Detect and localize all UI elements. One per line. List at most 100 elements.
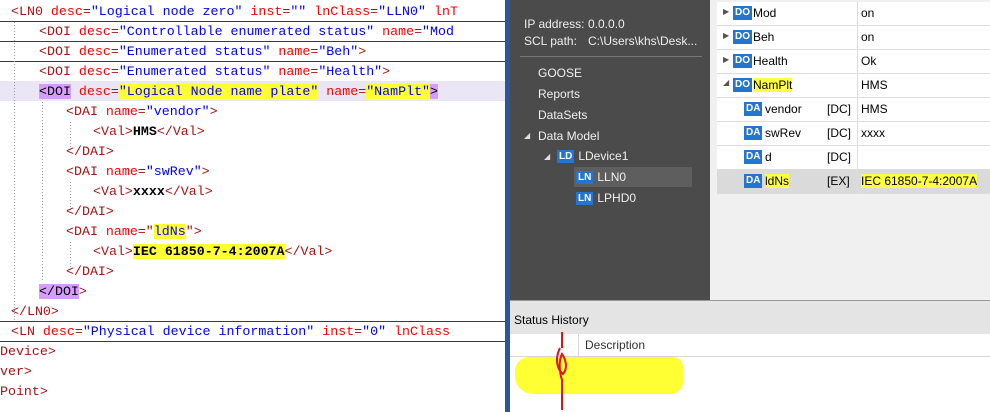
xml-line: sPoint> <box>0 382 48 402</box>
nav-item-goose[interactable]: GOOSE <box>538 66 582 80</box>
grid-value: HMS <box>861 78 888 92</box>
xml-token: "NamPlt" <box>366 84 431 99</box>
xml-token: <DAI <box>66 104 106 119</box>
status-history-title: Status History <box>514 313 589 327</box>
ln-badge-icon: LN <box>576 171 594 184</box>
indent-guide <box>42 102 43 282</box>
tree-node-lln0[interactable]: LN LLN0 <box>576 170 626 184</box>
xml-line: <DAI name="ldNs"> <box>66 222 202 242</box>
xml-token: = <box>414 24 423 39</box>
xml-line: </DAI> <box>66 262 114 282</box>
expanded-arrow-icon[interactable]: ◢ <box>723 78 729 87</box>
tree-label: LDevice1 <box>578 149 629 163</box>
xml-token: name <box>326 84 359 99</box>
tree-label: LPHD0 <box>597 191 637 205</box>
grid-name-cell: ◢ DO NamPlt <box>717 74 858 97</box>
xml-token: name <box>382 24 415 39</box>
indent-guide <box>14 22 15 322</box>
xml-token: </DOI <box>39 284 79 299</box>
xml-token: "LLN0" <box>378 4 426 19</box>
xml-token: <Val> <box>93 184 133 199</box>
do-badge-icon: DO <box>733 6 752 20</box>
grid-value: on <box>861 30 875 44</box>
xml-token: </Val> <box>156 124 205 139</box>
grid-name-cell: ▶ DO Mod <box>717 2 858 25</box>
tree-node-lphd0[interactable]: LN LPHD0 <box>576 191 636 205</box>
xml-token: = <box>354 324 363 339</box>
grid-row[interactable]: ▶ DO Health Ok <box>717 50 990 74</box>
grid-row[interactable]: ▶ DO Mod on <box>717 2 990 26</box>
xml-line: rver> <box>0 362 32 382</box>
xml-token: </Val> <box>284 244 333 259</box>
status-history-panel: Status History Description <box>510 300 990 412</box>
xml-token: "Health" <box>318 64 383 79</box>
xml-token: LDevice> <box>0 344 56 359</box>
do-badge-icon: DO <box>733 30 752 44</box>
scl-path-label: SCL path: <box>524 34 577 48</box>
da-badge-icon: DA <box>744 126 763 140</box>
grid-row[interactable]: DA swRev [DC] xxxx <box>717 122 990 146</box>
nav-item-reports[interactable]: Reports <box>538 87 580 101</box>
grid-row-selected[interactable]: DA ldNs [EX] IEC 61850-7-4:2007A <box>717 170 990 194</box>
xml-line: </DOI> <box>39 282 87 302</box>
xml-token <box>426 4 434 19</box>
ip-address-label: IP address: <box>524 17 585 31</box>
xml-token: = <box>110 64 119 79</box>
grid-value: IEC 61850-7-4:2007A <box>861 174 978 188</box>
xml-token: <LN0 <box>11 4 51 19</box>
grid-row[interactable]: ◢ DO NamPlt HMS <box>717 74 990 98</box>
xml-token: lnT <box>433 4 458 19</box>
xml-token: <DOI <box>39 44 79 59</box>
functional-constraint: [DC] <box>827 126 851 140</box>
xml-token: </DAI> <box>66 144 114 159</box>
xml-token: xxxx <box>132 184 165 199</box>
xml-token: "0" <box>362 324 387 339</box>
xml-token: <DOI <box>39 84 71 99</box>
xml-token: = <box>110 84 119 99</box>
xml-token: lnClass <box>394 324 450 339</box>
grid-name: Beh <box>753 30 775 44</box>
xml-token: desc <box>78 84 111 99</box>
grid-row[interactable]: DA vendor [DC] HMS <box>717 98 990 122</box>
xml-token: sPoint> <box>0 384 48 399</box>
xml-line: </DAI> <box>66 142 114 162</box>
ip-address-row: IP address: 0.0.0.0 <box>524 17 625 31</box>
expand-arrow-icon[interactable]: ◢ <box>544 152 550 161</box>
grid-row[interactable]: DA d [DC] <box>717 146 990 170</box>
grid-name-cell: ▶ DO Health <box>717 50 858 73</box>
nav-item-data-model[interactable]: Data Model <box>538 129 599 143</box>
xml-token: > <box>209 104 218 119</box>
xml-token: </Val> <box>164 184 213 199</box>
xml-line: <DAI name="swRev"> <box>66 162 210 182</box>
xml-token: = <box>110 24 119 39</box>
xml-token <box>71 84 79 99</box>
xml-token: </DAI> <box>66 204 114 219</box>
xml-editor[interactable]: <LN0 desc="Logical node zero" inst="" ln… <box>0 0 505 412</box>
xml-token: <DAI <box>66 164 106 179</box>
grid-value: on <box>861 6 875 20</box>
xml-line: </DAI> <box>66 202 114 222</box>
collapsed-arrow-icon[interactable]: ▶ <box>723 7 729 16</box>
xml-token: lnClass <box>314 4 371 19</box>
expand-arrow-icon[interactable]: ◢ <box>524 131 530 140</box>
description-column-header[interactable]: Description <box>585 338 645 352</box>
xml-token: "swRev" <box>145 164 202 179</box>
grid-row[interactable]: ▶ DO Beh on <box>717 26 990 50</box>
tree-node-ldevice1[interactable]: LD LDevice1 <box>557 149 628 163</box>
grid-name-cell: DA vendor [DC] <box>717 98 858 121</box>
xml-line: <DOI desc="Enumerated status" name="Beh"… <box>39 42 366 62</box>
status-column-header: Description <box>510 334 990 357</box>
collapsed-arrow-icon[interactable]: ▶ <box>723 31 729 40</box>
collapsed-arrow-icon[interactable]: ▶ <box>723 55 729 64</box>
grid-name-cell: DA d [DC] <box>717 146 858 169</box>
xml-line: <LN desc="Physical device information" i… <box>11 322 450 342</box>
xml-token: HMS <box>132 124 157 139</box>
xml-token: ldNs <box>153 224 186 239</box>
grid-name: d <box>765 150 772 164</box>
xml-token: "Physical device information" <box>82 324 315 339</box>
xml-token: "> <box>185 224 202 239</box>
nav-item-datasets[interactable]: DataSets <box>538 108 587 122</box>
column-separator[interactable] <box>578 334 579 356</box>
xml-token: </DAI> <box>66 264 114 279</box>
xml-token <box>374 24 382 39</box>
